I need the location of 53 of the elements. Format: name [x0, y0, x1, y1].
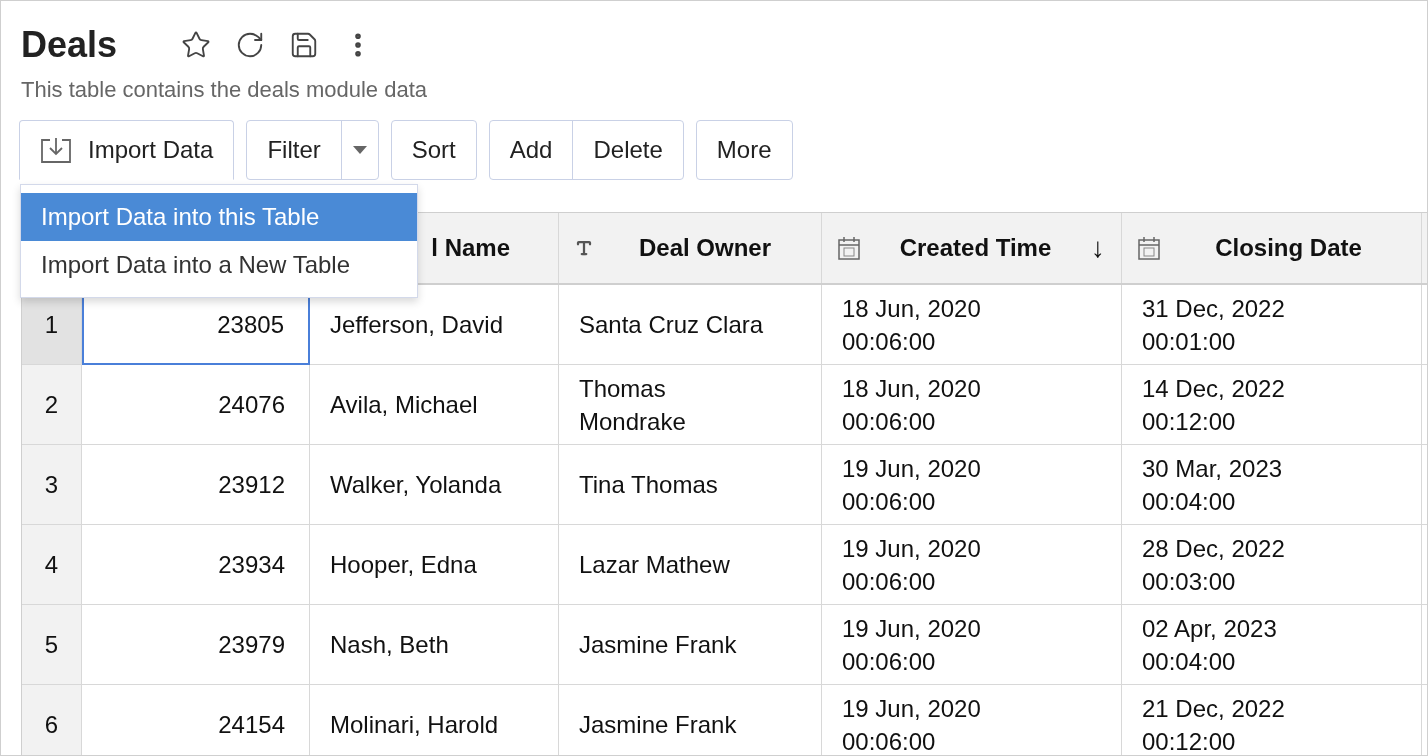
table-cell: 24076	[82, 365, 310, 445]
page-title: Deals	[21, 23, 118, 67]
delete-button[interactable]: Delete	[573, 121, 683, 179]
row-number[interactable]: 3	[22, 445, 82, 525]
row-number[interactable]: 6	[22, 685, 82, 755]
caret-icon	[352, 146, 367, 154]
table-cell-text: 19 Jun, 2020 00:06:00	[842, 533, 981, 597]
table-cell-text: Jasmine Frank	[579, 710, 737, 740]
table-cell: 23912	[82, 445, 310, 525]
row-number[interactable]: 4	[22, 525, 82, 605]
import-icon	[40, 136, 72, 164]
table-cell-text: Santa Cruz Clara	[579, 310, 764, 340]
table-cell: Nash, Beth	[310, 605, 559, 685]
import-data-button[interactable]: Import Data	[19, 120, 235, 180]
more-button[interactable]: More	[695, 120, 793, 180]
table-cell-text: 28 Dec, 2022 00:03:00	[1142, 533, 1285, 597]
table-cell: Walker, Yolanda	[310, 445, 559, 525]
row-number[interactable]: 5	[22, 605, 82, 685]
add-button[interactable]: Add	[489, 121, 574, 179]
table-cell-text: Tina Thomas	[579, 470, 718, 500]
table-cell-text: 14 Dec, 2022 00:12:00	[1142, 373, 1285, 437]
table-cell-text: 19 Jun, 2020 00:06:00	[842, 693, 981, 755]
table-cell: Hooper, Edna	[310, 525, 559, 605]
table-cell: 23979	[82, 605, 310, 685]
table-cell-text: 19 Jun, 2020 00:06:00	[842, 453, 981, 517]
table-cell: 24154	[82, 685, 310, 755]
table-cell-text: 18 Jun, 2020 00:06:00	[842, 373, 981, 437]
menu-item[interactable]: Import Data into this Table	[21, 193, 417, 241]
table-cell-text: 31 Dec, 2022 00:01:00	[1142, 293, 1285, 357]
table-description: This table contains the deals module data	[20, 76, 429, 104]
sort-button[interactable]: Sort	[390, 120, 477, 180]
table-cell-text: 19 Jun, 2020 00:06:00	[842, 613, 981, 677]
row-number[interactable]: 2	[22, 365, 82, 445]
table-cell: Jefferson, David	[310, 285, 559, 365]
table-cell-text: 30 Mar, 2023 00:04:00	[1142, 453, 1283, 517]
table-cell-text: 18 Jun, 2020 00:06:00	[842, 293, 981, 357]
table-cell-text: Jasmine Frank	[579, 630, 737, 660]
column-header[interactable]: Created Time	[872, 230, 1079, 266]
table-cell-text: 02 Apr, 2023 00:04:00	[1142, 613, 1277, 677]
star-icon[interactable]	[181, 30, 212, 60]
sort-arrow: ↓	[1091, 231, 1105, 265]
text-type-icon	[575, 239, 593, 257]
table-cell: Avila, Michael	[310, 365, 559, 445]
column-header[interactable]: l Name	[431, 230, 510, 266]
table-cell: Molinari, Harold	[310, 685, 559, 755]
table-cell-text: Thomas Mondrake	[579, 373, 687, 437]
column-header[interactable]: Closing Date	[1172, 230, 1405, 266]
calendar-icon	[1138, 236, 1160, 260]
table-cell: 23934	[82, 525, 310, 605]
table-cell-text: 21 Dec, 2022 00:12:00	[1142, 693, 1285, 755]
calendar-icon	[838, 236, 860, 260]
table-cell-text: Lazar Mathew	[579, 550, 730, 580]
column-header[interactable]: Deal Owner	[605, 230, 805, 266]
